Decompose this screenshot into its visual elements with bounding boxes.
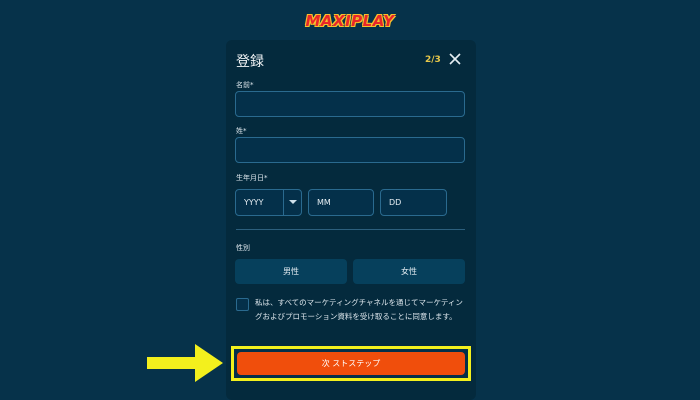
gender-male-button[interactable]: 男性 [235,259,347,284]
dob-day-value: DD [389,198,402,207]
chevron-down-icon[interactable] [283,190,301,215]
modal-title: 登録 [236,54,264,70]
consent-text: 私は、すべてのマーケティングチャネルを通じてマーケティングおよびプロモーション資… [255,298,463,321]
close-icon[interactable] [448,52,462,66]
divider [236,229,465,230]
step-indicator: 2/3 [425,55,441,65]
dob-month-field[interactable]: MM [308,189,374,216]
dob-label: 生年月日* [236,174,268,182]
last-name-field[interactable] [235,137,465,163]
consent-checkbox[interactable] [236,298,249,311]
gender-label: 性別 [236,244,250,252]
maxiplay-logo: MAXIPLAY [305,12,395,30]
first-name-field[interactable] [235,91,465,117]
submit-highlight-box: 次 ストステップ [231,346,471,381]
dob-year-value: YYYY [244,198,264,207]
next-step-button[interactable]: 次 ストステップ [237,352,465,375]
dob-day-field[interactable]: DD [380,189,447,216]
last-name-label: 姓* [236,127,247,135]
first-name-label: 名前* [236,81,254,89]
gender-female-button[interactable]: 女性 [353,259,465,284]
arrow-right-icon [147,344,223,382]
dob-month-value: MM [317,198,331,207]
